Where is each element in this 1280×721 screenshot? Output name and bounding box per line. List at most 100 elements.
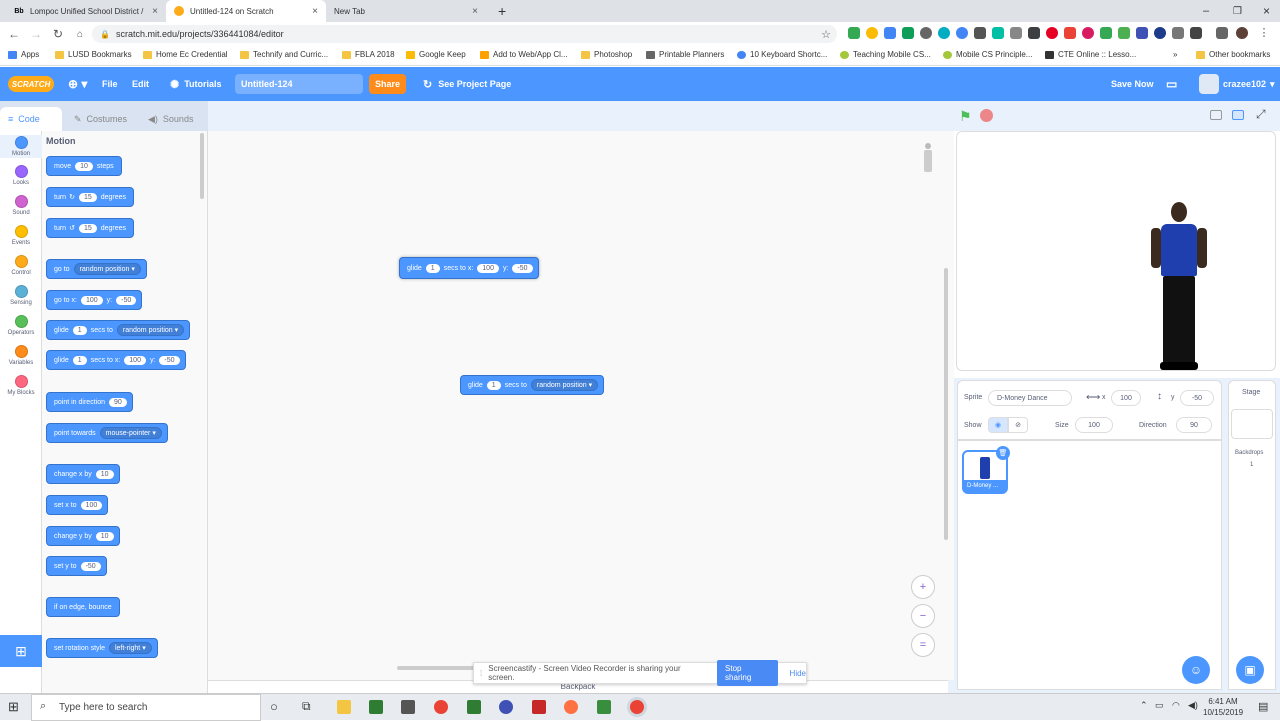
url-input[interactable]: 🔒 scratch.mit.edu/projects/336441084/edi…	[92, 25, 837, 43]
scratch-logo[interactable]: SCRATCH	[8, 76, 54, 92]
category-my-blocks[interactable]: My Blocks	[0, 375, 42, 396]
pinterest-icon[interactable]	[1046, 27, 1058, 39]
block-input[interactable]: 10	[95, 469, 114, 479]
sprite-name-input[interactable]: D-Money Dance	[988, 390, 1072, 406]
firefox-icon[interactable]	[564, 700, 578, 714]
bookmark-item[interactable]: Technify and Curric...	[240, 50, 328, 59]
block-move-steps[interactable]: move 10 steps	[46, 156, 122, 176]
block-input[interactable]: 1	[486, 380, 501, 390]
block-dropdown[interactable]: random position ▾	[73, 263, 141, 275]
mail-icon[interactable]	[401, 700, 415, 714]
cast-icon[interactable]	[1216, 27, 1228, 39]
stop-sharing-button[interactable]: Stop sharing	[717, 660, 778, 686]
tab-costumes[interactable]: ✎ Costumes	[66, 107, 134, 131]
chrome-active-icon[interactable]	[630, 700, 644, 714]
tab-lompoc[interactable]: Bb Lompoc Unified School District / ×	[6, 0, 166, 22]
maximize-icon[interactable]: ❐	[1225, 0, 1245, 22]
extension-icon[interactable]	[1064, 27, 1076, 39]
extension-icon[interactable]	[866, 27, 878, 39]
app-icon[interactable]	[499, 700, 513, 714]
y-input[interactable]: -50	[1180, 390, 1214, 406]
extension-icon[interactable]	[1154, 27, 1166, 39]
block-input[interactable]: 15	[78, 223, 97, 233]
block-input[interactable]: -50	[512, 263, 533, 273]
block-dropdown[interactable]: mouse-pointer ▾	[99, 427, 162, 439]
choose-sprite-cat-icon[interactable]: ☺	[1182, 656, 1210, 684]
block-turn-left[interactable]: turn ↺ 15 degrees	[46, 218, 135, 238]
account-menu[interactable]: crazee102 ▾	[1199, 67, 1275, 101]
extension-icon[interactable]	[1118, 27, 1130, 39]
block-input[interactable]: 10	[75, 161, 93, 171]
fullscreen-icon[interactable]: ⤢	[1256, 107, 1266, 122]
back-icon[interactable]: ←	[4, 27, 24, 41]
tab-sounds[interactable]: ◀) Sounds	[140, 107, 200, 131]
bookmark-item[interactable]: Mobile CS Principle...	[943, 50, 1032, 59]
category-sound[interactable]: Sound	[0, 195, 42, 216]
tab-code[interactable]: ≡ Code	[0, 107, 62, 131]
block-input[interactable]: 90	[108, 397, 127, 407]
block-input[interactable]: -50	[159, 355, 180, 365]
workspace-block-glide-random[interactable]: glide 1 secs to random position ▾	[460, 375, 605, 395]
taskbar-search-input[interactable]: ⌕ Type here to search	[31, 694, 261, 721]
stage-target-panel[interactable]: Stage Backdrops 1	[1228, 380, 1276, 690]
workspace-vertical-scrollbar[interactable]	[944, 268, 948, 540]
block-input[interactable]: 100	[477, 263, 499, 273]
profile-avatar-icon[interactable]	[1236, 27, 1248, 39]
stop-icon[interactable]	[980, 109, 993, 122]
more-menu-icon[interactable]: ⋮	[1258, 27, 1270, 39]
category-events[interactable]: Events	[0, 225, 42, 246]
extension-icon[interactable]	[1172, 27, 1184, 39]
tutorials-button[interactable]: ✺ Tutorials	[170, 67, 222, 101]
block-set-x[interactable]: set x to 100	[46, 495, 109, 515]
my-stuff-folder-icon[interactable]: ▭	[1166, 67, 1177, 101]
block-dropdown[interactable]: random position ▾	[116, 324, 185, 336]
home-icon[interactable]: ⌂	[70, 29, 90, 40]
share-button[interactable]: Share	[369, 74, 406, 94]
block-go-to[interactable]: go to random position ▾	[46, 259, 147, 279]
clock[interactable]: 6:41 AM 10/15/2019	[1203, 696, 1243, 718]
close-window-icon[interactable]: ×	[1255, 0, 1275, 22]
block-input[interactable]: 15	[78, 192, 97, 202]
tab-new[interactable]: New Tab ×	[326, 0, 486, 22]
drive-icon[interactable]	[884, 27, 896, 39]
zoom-out-button[interactable]: −	[911, 604, 935, 628]
bookmark-item[interactable]: Google Keep	[406, 50, 466, 59]
large-stage-icon[interactable]	[1232, 110, 1244, 120]
extension-icon[interactable]	[992, 27, 1004, 39]
other-bookmarks[interactable]: Other bookmarks	[1196, 50, 1270, 59]
edit-menu[interactable]: Edit	[132, 67, 149, 101]
tab-scratch[interactable]: Untitled-124 on Scratch ×	[166, 0, 326, 22]
more-bookmarks-button[interactable]: »	[1173, 50, 1177, 59]
choose-backdrop-icon[interactable]: ▣	[1236, 656, 1264, 684]
block-point-direction[interactable]: point in direction 90	[46, 392, 133, 412]
chrome-icon[interactable]	[434, 700, 448, 714]
bookmark-item[interactable]: LUSD Bookmarks	[55, 50, 132, 59]
category-variables[interactable]: Variables	[0, 345, 42, 366]
sprite-d-money[interactable]	[1147, 202, 1211, 370]
bookmark-apps[interactable]: Apps	[8, 50, 39, 59]
block-input[interactable]: 10	[95, 531, 114, 541]
small-stage-icon[interactable]	[1210, 110, 1222, 120]
delete-sprite-icon[interactable]: 🗑	[996, 446, 1010, 460]
extension-icon[interactable]	[1082, 27, 1094, 39]
star-icon[interactable]: ☆	[821, 28, 831, 41]
extension-icon[interactable]	[902, 27, 914, 39]
block-input[interactable]: 100	[124, 355, 146, 365]
show-hidden-eye-icon[interactable]: ⊘	[1008, 417, 1028, 433]
app-icon[interactable]	[532, 700, 546, 714]
zoom-reset-button[interactable]: =	[911, 633, 935, 657]
backdrop-thumbnail[interactable]	[1231, 409, 1273, 439]
stage-canvas[interactable]	[956, 131, 1276, 371]
save-now-button[interactable]: Save Now	[1111, 67, 1154, 101]
workspace-block-glide-xy[interactable]: glide 1 secs to x: 100 y: -50	[399, 257, 539, 279]
size-input[interactable]: 100	[1075, 417, 1113, 433]
block-set-rotation-style[interactable]: set rotation style left-right ▾	[46, 638, 158, 658]
network-icon[interactable]: ▭	[1155, 700, 1164, 711]
block-input[interactable]: -50	[116, 295, 137, 305]
project-title-input[interactable]: Untitled-124	[235, 74, 363, 94]
block-input[interactable]: -50	[80, 561, 101, 571]
show-visible-eye-icon[interactable]: ◉	[988, 417, 1008, 433]
volume-icon[interactable]: ◀)	[1188, 700, 1198, 711]
category-motion[interactable]: Motion	[0, 135, 42, 158]
block-change-y[interactable]: change y by 10	[46, 526, 120, 546]
